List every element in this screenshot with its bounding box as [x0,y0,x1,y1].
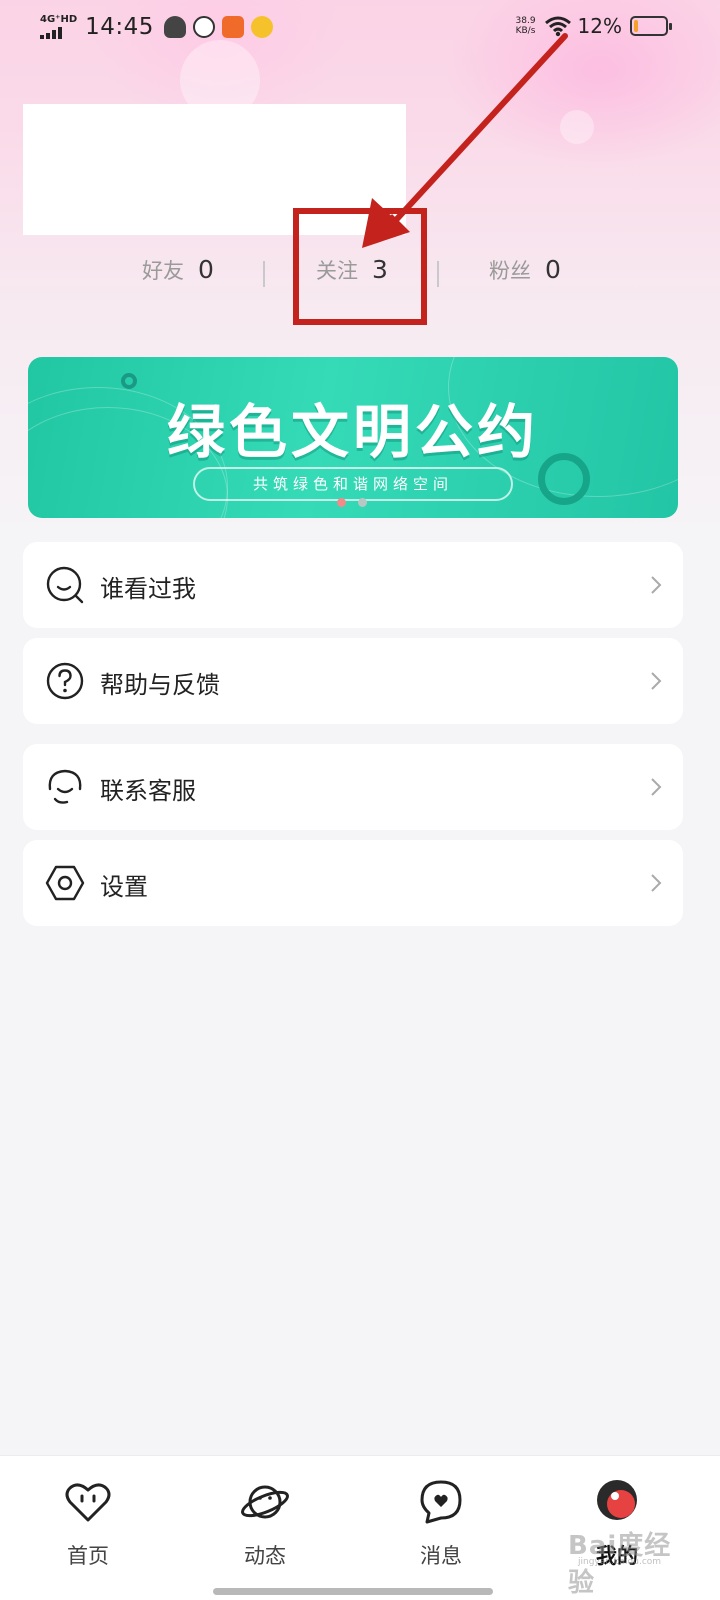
tab-label: 首页 [67,1544,109,1568]
pagination-dot-active [337,498,346,507]
menu-item-settings[interactable]: 设置 [23,840,683,926]
chevron-right-icon [651,576,662,594]
friends-count: 0 [198,255,214,284]
signal-bars-icon [40,27,62,39]
network-type: 4G⁺HD [40,14,78,25]
bokeh-decoration [560,110,594,144]
menu-label: 谁看过我 [100,575,196,603]
menu-label: 设置 [100,873,148,901]
battery-level [634,20,638,32]
app-notification-icon [163,16,186,38]
battery-percent: 12% [577,14,622,38]
wifi-icon [544,16,571,37]
banner-pagination [337,498,367,507]
status-bar: 4G⁺HD 14:45 38.9 KB/s 12% [0,0,720,58]
menu-item-visitors[interactable]: 谁看过我 [23,542,683,628]
promo-banner[interactable]: 绿色文明公约 共筑绿色和谐网络空间 [28,357,678,518]
help-icon [46,662,84,700]
customer-service-icon [48,769,82,804]
chevron-right-icon [651,778,662,796]
app-notification-icon [192,16,215,38]
menu-label: 帮助与反馈 [100,671,220,699]
pagination-dot [358,498,367,507]
app-notification-icon [221,16,244,38]
speed-value: 38.9 [515,16,536,26]
heart-icon [65,1483,111,1522]
friends-label: 好友 [142,259,184,283]
status-time: 14:45 [85,14,154,40]
network-speed: 38.9 KB/s [516,16,536,36]
planet-icon [241,1485,289,1519]
watermark-url: jingyan.baidu.com [578,1557,662,1567]
tab-feed[interactable]: 动态 [205,1476,325,1570]
message-icon [420,1480,462,1524]
baidu-jingyan-watermark: Bai度经验 jingyan.baidu.com [568,1503,698,1598]
settings-icon [45,865,85,901]
friends-stat[interactable]: 好友 0 [142,255,214,285]
tab-messages[interactable]: 消息 [381,1476,501,1570]
banner-title: 绿色文明公约 [166,398,539,466]
menu-label: 联系客服 [100,777,196,805]
fans-label: 粉丝 [489,259,531,283]
fans-count: 0 [545,255,561,284]
weibo-icon [250,16,273,38]
battery-icon [630,16,672,36]
stat-divider [263,261,265,287]
menu-item-help-feedback[interactable]: 帮助与反馈 [23,638,683,724]
visitors-icon [46,566,84,604]
stat-divider [437,261,439,287]
menu-item-customer-service[interactable]: 联系客服 [23,744,683,830]
chevron-right-icon [651,874,662,892]
tab-label: 动态 [244,1544,286,1568]
annotation-highlight-box [293,208,427,325]
signal-indicator: 4G⁺HD [40,15,77,39]
speed-unit: KB/s [515,26,536,36]
chevron-right-icon [651,672,662,690]
tab-label: 消息 [420,1544,462,1568]
tab-home[interactable]: 首页 [28,1476,148,1570]
home-indicator[interactable] [213,1588,493,1595]
banner-subtitle: 共筑绿色和谐网络空间 [193,467,513,501]
fans-stat[interactable]: 粉丝 0 [489,255,561,285]
